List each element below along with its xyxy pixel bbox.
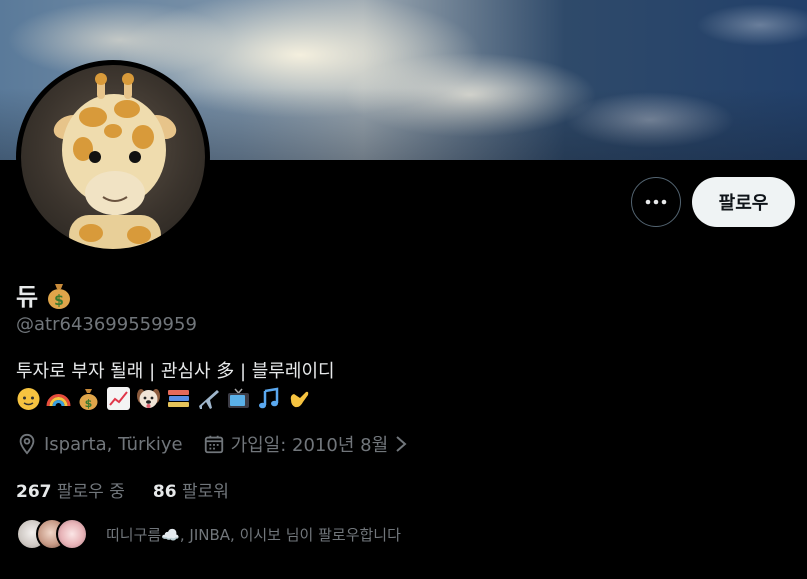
money-bag-icon: $	[48, 283, 71, 309]
more-dots-icon	[645, 199, 667, 205]
followers-label: 팔로워	[181, 482, 229, 502]
join-date[interactable]: 가입일: 2010년 8월	[203, 431, 409, 457]
baby-face-icon	[16, 386, 41, 411]
television-icon	[226, 386, 251, 411]
location-text: Isparta, Türkiye	[44, 433, 183, 455]
dog-face-icon	[136, 386, 161, 411]
airplane-icon	[196, 386, 221, 411]
join-date-text: 가입일: 2010년 8월	[230, 435, 389, 456]
svg-text:$: $	[54, 293, 64, 309]
books-icon	[166, 386, 191, 411]
display-name: 듀	[16, 283, 39, 311]
giraffe-plush-photo	[21, 65, 205, 249]
user-handle: @atr643699559959	[16, 314, 197, 335]
more-options-button[interactable]	[631, 177, 681, 227]
followed-by-row[interactable]: 띠니구름☁️, JINBA, 이시보 님이 팔로우합니다	[16, 518, 401, 550]
calendar-icon	[204, 435, 223, 454]
location: Isparta, Türkiye	[16, 433, 183, 455]
following-link[interactable]: 267 팔로우 중	[16, 477, 125, 502]
follow-stats: 267 팔로우 중 86 팔로워	[16, 477, 229, 502]
chevron-right-icon	[396, 436, 407, 452]
location-pin-icon	[19, 433, 35, 455]
following-count: 267	[16, 482, 52, 502]
followers-link[interactable]: 86 팔로워	[153, 477, 229, 502]
call-me-hand-icon	[286, 386, 311, 411]
profile-name-row: 듀 $	[16, 277, 74, 312]
profile-bio: 투자로 부자 될래 | 관심사 多 | 블루레이디	[16, 361, 335, 382]
musical-notes-icon	[256, 386, 281, 411]
follow-button[interactable]: 팔로우	[692, 177, 795, 227]
followed-by-avatars	[16, 518, 88, 550]
money-bag-icon: $	[76, 386, 101, 411]
followers-count: 86	[152, 482, 177, 502]
profile-meta: Isparta, Türkiye 가입일: 2010년 8월	[16, 431, 408, 457]
follower-avatar	[56, 518, 88, 550]
svg-text:$: $	[85, 397, 93, 410]
profile-avatar[interactable]	[16, 60, 210, 254]
rainbow-icon	[46, 386, 71, 411]
bio-emoji-row: $	[16, 386, 311, 411]
followed-by-text: 띠니구름☁️, JINBA, 이시보 님이 팔로우합니다	[106, 525, 401, 544]
chart-increasing-icon	[106, 386, 131, 411]
following-label: 팔로우 중	[56, 482, 125, 502]
